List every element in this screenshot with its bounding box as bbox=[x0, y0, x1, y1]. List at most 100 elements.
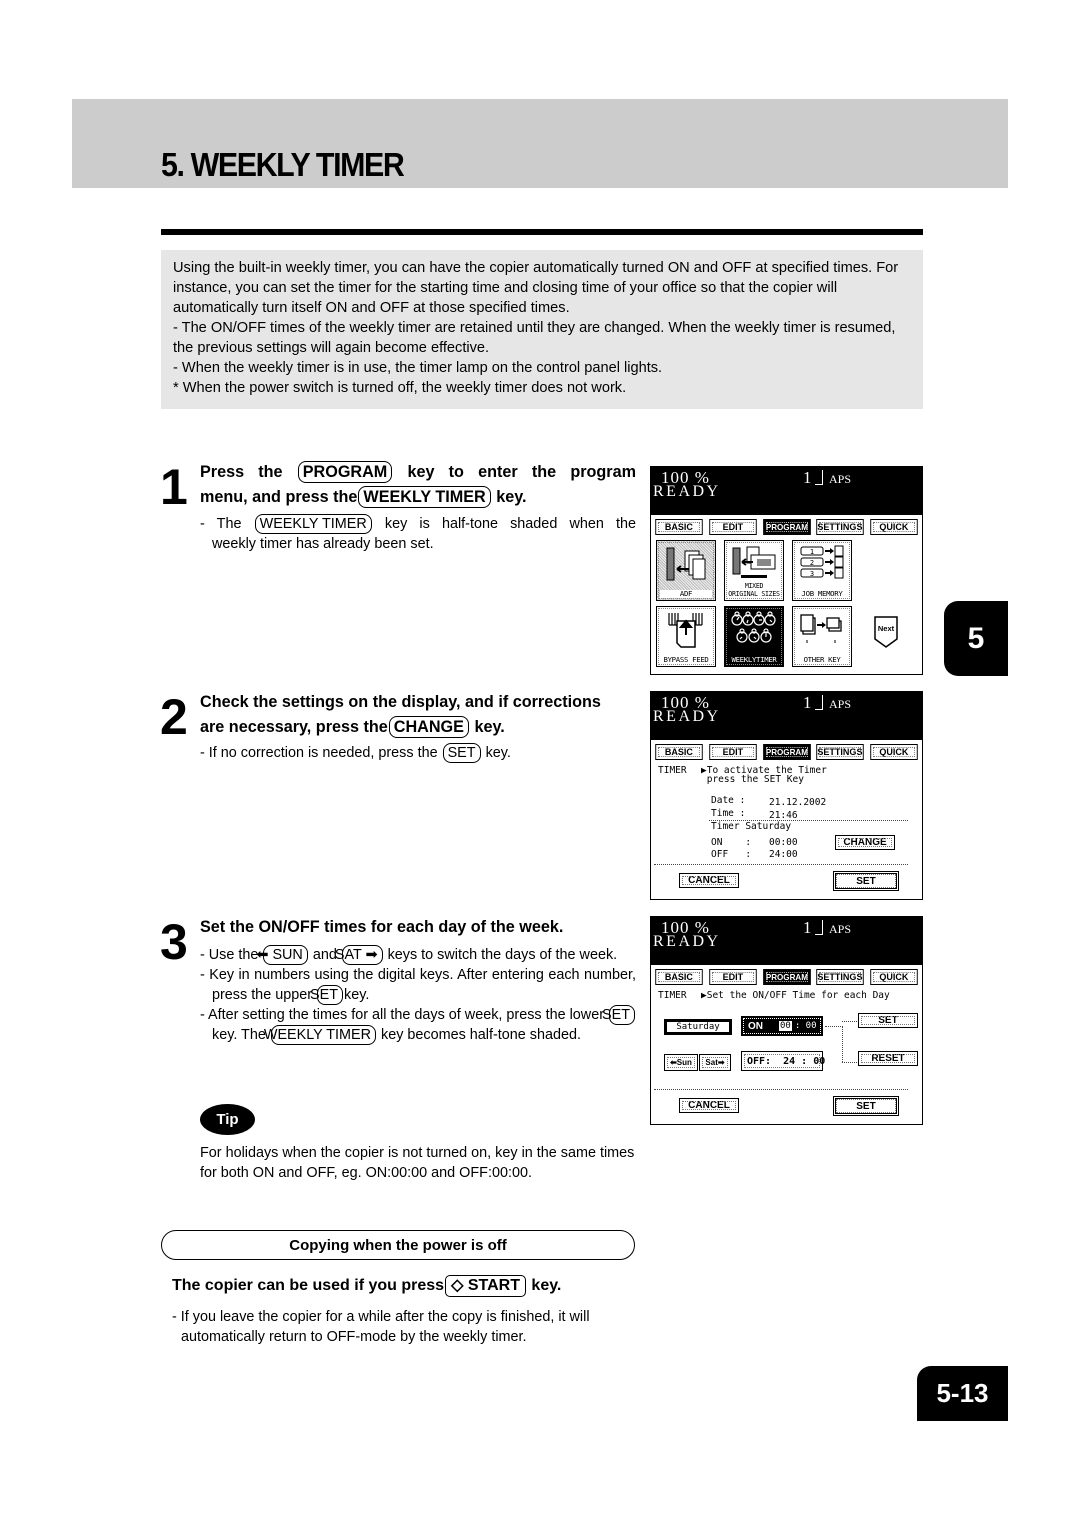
tab-basic[interactable]: BASIC bbox=[655, 744, 703, 760]
adf-icon bbox=[666, 547, 706, 581]
tab-basic[interactable]: BASIC bbox=[655, 969, 703, 985]
mixed-original-sizes-button[interactable]: MIXED ORIGINAL SIZES bbox=[724, 540, 784, 601]
tab-program[interactable]: PROGRAM bbox=[762, 519, 811, 535]
tile-label: JOB MEMORY bbox=[801, 589, 843, 598]
lcd-screen-program-menu: 100 % 1 APS READY BASIC EDIT PROGRAM SET… bbox=[650, 466, 923, 675]
weekly-timer-key: WEEKLY TIMER bbox=[358, 486, 491, 508]
intro-note-retained: - The ON/OFF times of the weekly timer a… bbox=[173, 320, 896, 356]
sat-key: SAT ➡ bbox=[335, 945, 383, 965]
timer-message: ▶To activate the Timer press the SET Key bbox=[701, 765, 827, 785]
step-3-text: key. The bbox=[212, 1027, 266, 1043]
date-label: Date : bbox=[711, 795, 746, 806]
set-key: SET bbox=[602, 1005, 636, 1025]
other-key-button[interactable]: OTHER KEY bbox=[792, 606, 852, 667]
tab-quick[interactable]: QUICK bbox=[870, 744, 918, 760]
paper-mode: APS bbox=[829, 922, 852, 936]
upper-set-button[interactable]: SET bbox=[858, 1013, 918, 1028]
tile-label: MIXED ORIGINAL SIZES bbox=[728, 582, 780, 598]
lcd-status-bar: 100 % 1 APS READY bbox=[651, 692, 922, 740]
other-key-icon bbox=[800, 614, 842, 643]
next-page-button[interactable]: Next bbox=[873, 615, 899, 649]
timer-label: TIMER bbox=[658, 765, 687, 776]
set-key: SET bbox=[310, 985, 343, 1005]
off-time: 24:00 bbox=[769, 849, 798, 860]
bypass-feed-button[interactable]: BYPASS FEED bbox=[656, 606, 716, 667]
step-1-text: key to enter the program bbox=[407, 463, 636, 481]
step-2-body-text: key. bbox=[485, 745, 511, 761]
off-time-field[interactable]: OFF: 24 : 00 bbox=[741, 1051, 825, 1071]
sun-button[interactable]: ⬅Sun bbox=[664, 1054, 698, 1071]
lcd-screen-timer-set: 100 % 1 APS READY BASIC EDIT PROGRAM SET… bbox=[650, 916, 923, 1125]
connector-line bbox=[825, 1026, 843, 1027]
tab-basic[interactable]: BASIC bbox=[655, 519, 703, 535]
step-1-line-2: menu, and press the WEEKLY TIMER key. bbox=[200, 485, 636, 510]
weekly-timer-key: WEEKLY TIMER bbox=[264, 1025, 377, 1045]
copy-count-frame bbox=[815, 470, 823, 485]
step-2-number: 2 bbox=[160, 689, 188, 745]
on-hour-cursor: 00 bbox=[779, 1021, 792, 1031]
lcd-status-bar: 100 % 1 APS READY bbox=[651, 467, 922, 515]
job-memory-icon: 1 2 3 bbox=[800, 545, 844, 579]
connector-line bbox=[842, 1021, 859, 1022]
tab-edit[interactable]: EDIT bbox=[709, 969, 757, 985]
tab-quick[interactable]: QUICK bbox=[870, 519, 918, 535]
intro-box: Using the built-in weekly timer, you can… bbox=[161, 250, 923, 409]
step-1-body: - The WEEKLY TIMER key is half-tone shad… bbox=[200, 514, 636, 554]
sat-button[interactable]: Sat➡ bbox=[699, 1054, 731, 1071]
tab-program[interactable]: PROGRAM bbox=[762, 969, 811, 985]
title-rule bbox=[161, 229, 923, 235]
step-3-text: keys to switch the days of the week. bbox=[387, 947, 618, 963]
job-memory-button[interactable]: 1 2 3 JOB MEMORY bbox=[792, 540, 852, 601]
weekly-timer-button[interactable]: WEEKLYTIMER bbox=[724, 606, 784, 667]
step-2-heading: Check the settings on the display, and i… bbox=[200, 690, 636, 740]
tile-label: ADF bbox=[660, 590, 712, 598]
lcd-screen-timer-confirm: 100 % 1 APS READY BASIC EDIT PROGRAM SET… bbox=[650, 691, 923, 900]
tab-program[interactable]: PROGRAM bbox=[762, 744, 811, 760]
on-time-field[interactable]: ON 00 : 00 bbox=[741, 1016, 823, 1036]
step-1-number: 1 bbox=[160, 459, 188, 515]
on-minutes: : 00 bbox=[794, 1021, 817, 1031]
chapter-tab: 5 bbox=[944, 601, 1008, 676]
tab-settings[interactable]: SETTINGS bbox=[816, 519, 864, 535]
step-3-text: - Use the bbox=[200, 947, 259, 963]
step-1-body-text: key is half-tone shaded when the bbox=[384, 516, 636, 532]
adf-button[interactable]: ADF bbox=[656, 540, 716, 601]
step-1-text: key. bbox=[496, 488, 527, 506]
step-2-line-1: Check the settings on the display, and i… bbox=[200, 693, 601, 711]
intro-note-lamp: - When the weekly timer is in use, the t… bbox=[173, 360, 663, 376]
divider bbox=[654, 864, 908, 865]
lcd-status-bar: 100 % 1 APS READY bbox=[651, 917, 922, 965]
change-button[interactable]: CHANGE bbox=[835, 835, 895, 850]
tab-quick[interactable]: QUICK bbox=[870, 969, 918, 985]
tip-text: For holidays when the copier is not turn… bbox=[200, 1145, 635, 1181]
change-key: CHANGE bbox=[388, 716, 469, 738]
status-ready: READY bbox=[653, 483, 721, 500]
lower-set-button[interactable]: SET bbox=[833, 1096, 899, 1116]
weekly-timer-icon bbox=[731, 611, 776, 643]
mode-tabs: BASIC EDIT PROGRAM SETTINGS QUICK bbox=[654, 519, 919, 535]
mixed-sizes-icon bbox=[732, 546, 776, 578]
copy-count-frame bbox=[815, 920, 823, 935]
tab-edit[interactable]: EDIT bbox=[709, 744, 757, 760]
on-label: ON bbox=[748, 1020, 763, 1032]
connector-line bbox=[842, 1062, 859, 1063]
tab-settings[interactable]: SETTINGS bbox=[816, 744, 864, 760]
bypass-feed-icon bbox=[668, 613, 703, 648]
reset-button[interactable]: RESET bbox=[858, 1051, 918, 1066]
copying-off-body: - If you leave the copier for a while af… bbox=[172, 1309, 590, 1345]
page-title: 5. WEEKLY TIMER bbox=[161, 146, 405, 183]
tab-edit[interactable]: EDIT bbox=[709, 519, 757, 535]
tab-settings[interactable]: SETTINGS bbox=[816, 969, 864, 985]
copying-off-heading: The copier can be used if you press ◇ STA… bbox=[172, 1273, 561, 1299]
time-value: 21:46 bbox=[769, 810, 798, 821]
cancel-button[interactable]: CANCEL bbox=[679, 873, 739, 888]
step-1-heading: Press the PROGRAM key to enter the progr… bbox=[200, 460, 636, 510]
set-button[interactable]: SET bbox=[833, 871, 899, 891]
step-3-bullet-2: - Key in numbers using the digital keys.… bbox=[200, 965, 636, 1005]
cancel-button[interactable]: CANCEL bbox=[679, 1098, 739, 1113]
step-3-number: 3 bbox=[160, 914, 188, 970]
svg-text:1: 1 bbox=[810, 548, 814, 556]
tile-label: BYPASS FEED bbox=[663, 655, 709, 664]
step-2-body: - If no correction is needed, press the … bbox=[200, 743, 636, 763]
step-2-line-2: are necessary, press the CHANGE key. bbox=[200, 715, 636, 740]
